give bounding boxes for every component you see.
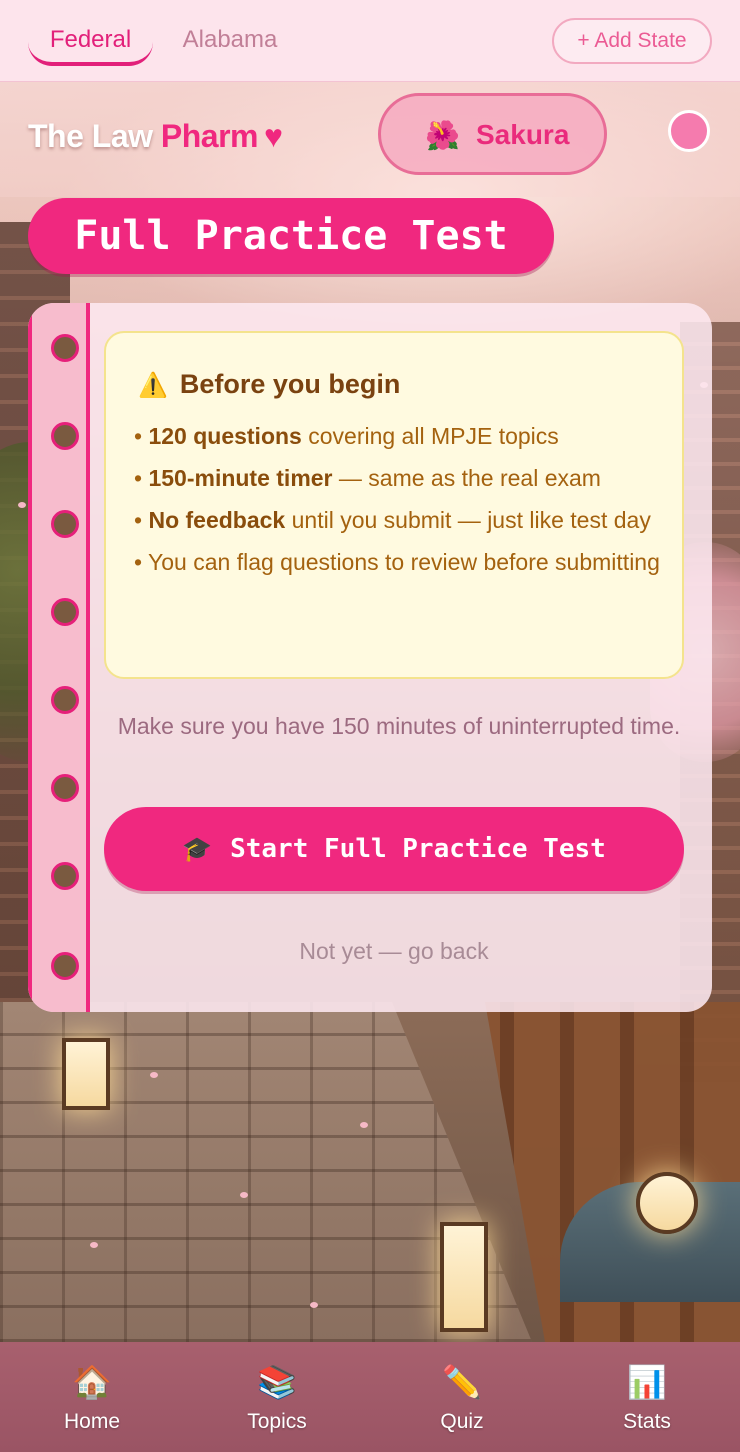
binder-ring: [51, 952, 79, 980]
notice-list: • 120 questions covering all MPJE topics…: [134, 419, 664, 587]
petal: [240, 1192, 248, 1198]
notice-title-text: Before you begin: [179, 369, 401, 399]
page-title: Full Practice Test: [28, 198, 554, 274]
nav-label: Stats: [623, 1410, 671, 1433]
nav-quiz[interactable]: ✏️ Quiz: [402, 1360, 522, 1444]
binder-ring: [51, 510, 79, 538]
time-note: Make sure you have 150 minutes of uninte…: [117, 713, 681, 739]
binder-ring: [51, 862, 79, 890]
theme-selector-button[interactable]: 🌺 Sakura: [378, 93, 607, 175]
notice-title: ⚠️ Before you begin: [138, 367, 400, 401]
lantern-left: [62, 1038, 110, 1110]
start-test-button[interactable]: 🎓 Start Full Practice Test: [104, 807, 684, 891]
nav-stats[interactable]: 📊 Stats: [587, 1360, 707, 1444]
books-icon: 📚: [257, 1364, 297, 1400]
notebook-spine: [28, 303, 90, 1012]
mode-toggle[interactable]: [668, 110, 710, 152]
nav-label: Topics: [247, 1410, 307, 1433]
go-back-link[interactable]: Not yet — go back: [104, 933, 684, 969]
tab-alabama[interactable]: Alabama: [168, 22, 292, 66]
nav-topics[interactable]: 📚 Topics: [217, 1360, 337, 1444]
add-state-button[interactable]: + Add State: [552, 18, 712, 64]
tab-federal[interactable]: Federal: [28, 22, 153, 66]
graduation-cap-icon: 🎓: [182, 835, 213, 863]
nav-home[interactable]: 🏠 Home: [32, 1360, 152, 1444]
start-test-label: Start Full Practice Test: [230, 834, 606, 864]
app-logo: The Law Pharm ♥: [28, 116, 283, 156]
petal: [150, 1072, 158, 1078]
state-tab-bar: Federal Alabama + Add State: [0, 0, 740, 82]
petal: [360, 1122, 368, 1128]
petal: [310, 1302, 318, 1308]
lantern-right: [636, 1172, 698, 1234]
binder-ring: [51, 686, 79, 714]
list-item: • 150-minute timer — same as the real ex…: [134, 465, 601, 491]
binder-ring: [51, 774, 79, 802]
hibiscus-icon: 🌺: [425, 120, 460, 151]
petal: [18, 502, 26, 508]
nav-label: Home: [63, 1410, 121, 1433]
home-icon: 🏠: [72, 1364, 112, 1400]
binder-ring: [51, 422, 79, 450]
lantern-center: [440, 1222, 488, 1332]
bar-chart-icon: 📊: [627, 1364, 667, 1400]
heart-icon: ♥: [264, 118, 283, 154]
petal: [90, 1242, 98, 1248]
binder-ring: [51, 598, 79, 626]
theme-label: Sakura: [476, 119, 570, 150]
before-you-begin-notice: ⚠️ Before you begin • 120 questions cover…: [104, 331, 684, 679]
list-item: • 120 questions covering all MPJE topics: [134, 423, 559, 449]
brand-text-part2: Pharm: [160, 118, 259, 154]
warning-icon: ⚠️: [138, 372, 168, 399]
list-item: • No feedback until you submit — just li…: [134, 507, 651, 533]
list-item: • You can flag questions to review befor…: [134, 549, 660, 575]
brand-text-part1: The Law: [28, 118, 153, 154]
bottom-nav: 🏠 Home 📚 Topics ✏️ Quiz 📊 Stats: [0, 1342, 740, 1452]
test-intro-card: ⚠️ Before you begin • 120 questions cover…: [28, 303, 712, 1012]
pencil-icon: ✏️: [442, 1364, 482, 1400]
binder-ring: [51, 334, 79, 362]
nav-label: Quiz: [440, 1410, 484, 1433]
